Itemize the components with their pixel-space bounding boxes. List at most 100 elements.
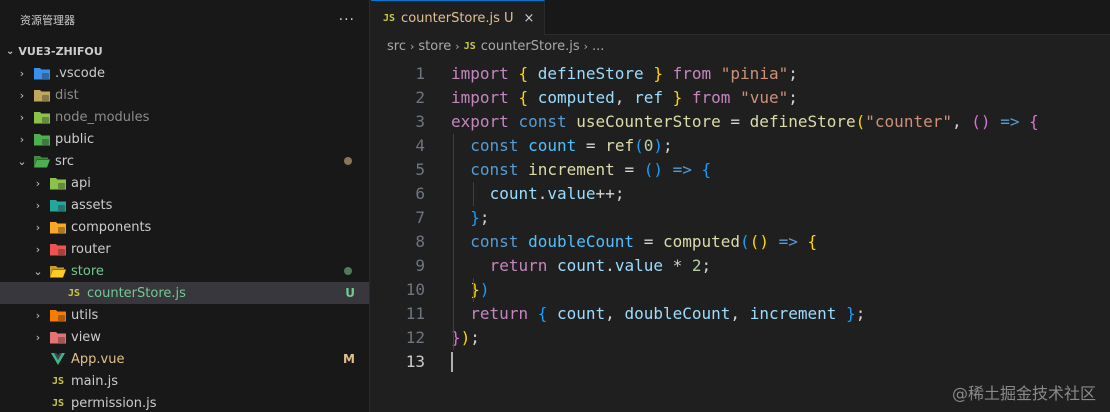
indent-guide <box>453 134 454 350</box>
tree-item-label: dist <box>55 87 79 103</box>
chevron-right-icon: › <box>409 39 415 53</box>
tree-item-label: store <box>71 263 104 279</box>
code-text: }; <box>470 208 490 227</box>
line-number: 7 <box>415 208 425 227</box>
view-folder-icon <box>50 330 66 344</box>
code-text: return count.value * 2; <box>489 256 712 275</box>
git-change-dot <box>344 157 352 165</box>
line-number: 10 <box>405 280 425 299</box>
file-tree: › .vscode › dist › node_modules › public ⌄ src › ap… <box>0 62 369 412</box>
more-actions-icon[interactable]: ··· <box>339 12 355 28</box>
code-text: return { count, doubleCount, increment }… <box>470 304 866 323</box>
js-file-icon: JS <box>51 397 65 409</box>
tab-label: counterStore.js <box>401 10 500 26</box>
code-editor[interactable]: 1 import { defineStore } from "pinia"; 2 im… <box>371 62 1110 374</box>
code-text: const doubleCount = computed(() => { <box>470 232 818 251</box>
chevron-right-icon: › <box>455 39 460 53</box>
tree-item-label: router <box>71 241 111 257</box>
components-folder-icon <box>50 220 66 234</box>
line-number: 5 <box>415 160 425 179</box>
git-status-badge: M <box>343 352 355 366</box>
chevron-right-icon: › <box>19 132 25 146</box>
tree-item-label: App.vue <box>71 351 125 367</box>
code-line: 3 export const useCounterStore = defineSt… <box>371 110 1110 134</box>
project-name: VUE3-ZHIFOU <box>18 44 103 58</box>
code-line: 8 const doubleCount = computed(() => { <box>371 230 1110 254</box>
chevron-right-icon: › <box>35 308 41 322</box>
git-status-badge: U <box>345 286 355 300</box>
tree-item-label: public <box>55 131 95 147</box>
chevron-right-icon: › <box>583 39 589 53</box>
line-number: 8 <box>415 232 425 251</box>
tree-item[interactable]: › .vscode <box>0 62 369 84</box>
explorer-header: 资源管理器 ··· <box>0 0 369 40</box>
tree-item-label: main.js <box>71 373 118 389</box>
tree-item[interactable]: ⌄ store <box>0 260 369 282</box>
tree-item-label: src <box>55 153 74 169</box>
chevron-right-icon: › <box>35 330 41 344</box>
tree-item[interactable]: App.vue M <box>0 348 369 370</box>
tree-item-label: node_modules <box>55 109 150 125</box>
code-text: }); <box>451 328 480 347</box>
tree-item[interactable]: JS counterStore.js U <box>0 282 369 304</box>
api-folder-icon <box>50 176 66 190</box>
breadcrumb-store[interactable]: store <box>418 39 451 54</box>
tree-item[interactable]: ⌄ src <box>0 150 369 172</box>
tree-item[interactable]: JS main.js <box>0 370 369 392</box>
store-folder-icon <box>50 264 66 278</box>
breadcrumb-more[interactable]: ... <box>592 39 604 54</box>
line-number: 4 <box>415 136 425 155</box>
line-number: 3 <box>415 112 425 131</box>
vue-file-icon <box>50 352 66 366</box>
chevron-right-icon: › <box>35 176 41 190</box>
tree-item-label: counterStore.js <box>87 285 186 301</box>
chevron-right-icon: › <box>19 88 25 102</box>
indent-guide <box>473 278 474 302</box>
chevron-right-icon: › <box>35 198 41 212</box>
tree-item[interactable]: › assets <box>0 194 369 216</box>
tree-item[interactable]: › public <box>0 128 369 150</box>
tree-item[interactable]: › utils <box>0 304 369 326</box>
explorer-title: 资源管理器 <box>20 14 75 27</box>
chevron-down-icon: ⌄ <box>6 45 15 57</box>
tree-item[interactable]: › view <box>0 326 369 348</box>
tree-item[interactable]: › api <box>0 172 369 194</box>
code-line: 11 return { count, doubleCount, incremen… <box>371 302 1110 326</box>
assets-folder-icon <box>50 198 66 212</box>
code-line: 9 return count.value * 2; <box>371 254 1110 278</box>
utils-folder-icon <box>50 308 66 322</box>
code-line: 10 }) <box>371 278 1110 302</box>
text-cursor <box>451 352 453 372</box>
code-text: }) <box>470 280 490 299</box>
code-text: const count = ref(0); <box>470 136 673 155</box>
project-root[interactable]: ⌄ VUE3-ZHIFOU <box>0 40 369 62</box>
close-icon[interactable]: × <box>523 11 534 26</box>
vscode-folder-icon <box>34 66 50 80</box>
line-number: 12 <box>405 328 425 347</box>
router-folder-icon <box>50 242 66 256</box>
js-file-icon: JS <box>463 40 476 52</box>
code-text: import { defineStore } from "pinia"; <box>451 64 798 83</box>
tab-counterstore[interactable]: JS counterStore.js U × <box>371 0 546 35</box>
tree-item[interactable]: › node_modules <box>0 106 369 128</box>
code-text: import { computed, ref } from "vue"; <box>451 88 798 107</box>
tree-item-label: assets <box>71 197 113 213</box>
tree-item[interactable]: › components <box>0 216 369 238</box>
line-number: 13 <box>405 352 425 371</box>
public-folder-icon <box>34 132 50 146</box>
line-number: 1 <box>415 64 425 83</box>
tree-item-label: permission.js <box>71 395 157 411</box>
git-change-dot <box>344 267 352 275</box>
code-line: 4 const count = ref(0); <box>371 134 1110 158</box>
code-text: const increment = () => { <box>470 160 712 179</box>
code-line: 13 <box>371 350 1110 374</box>
tree-item[interactable]: › router <box>0 238 369 260</box>
code-line: 1 import { defineStore } from "pinia"; <box>371 62 1110 86</box>
tree-item[interactable]: JS permission.js <box>0 392 369 412</box>
line-number: 9 <box>415 256 425 275</box>
code-line: 7 }; <box>371 206 1110 230</box>
breadcrumb-file[interactable]: counterStore.js <box>481 39 580 54</box>
node-folder-icon <box>34 110 50 124</box>
tree-item[interactable]: › dist <box>0 84 369 106</box>
breadcrumb-src[interactable]: src <box>387 39 406 54</box>
